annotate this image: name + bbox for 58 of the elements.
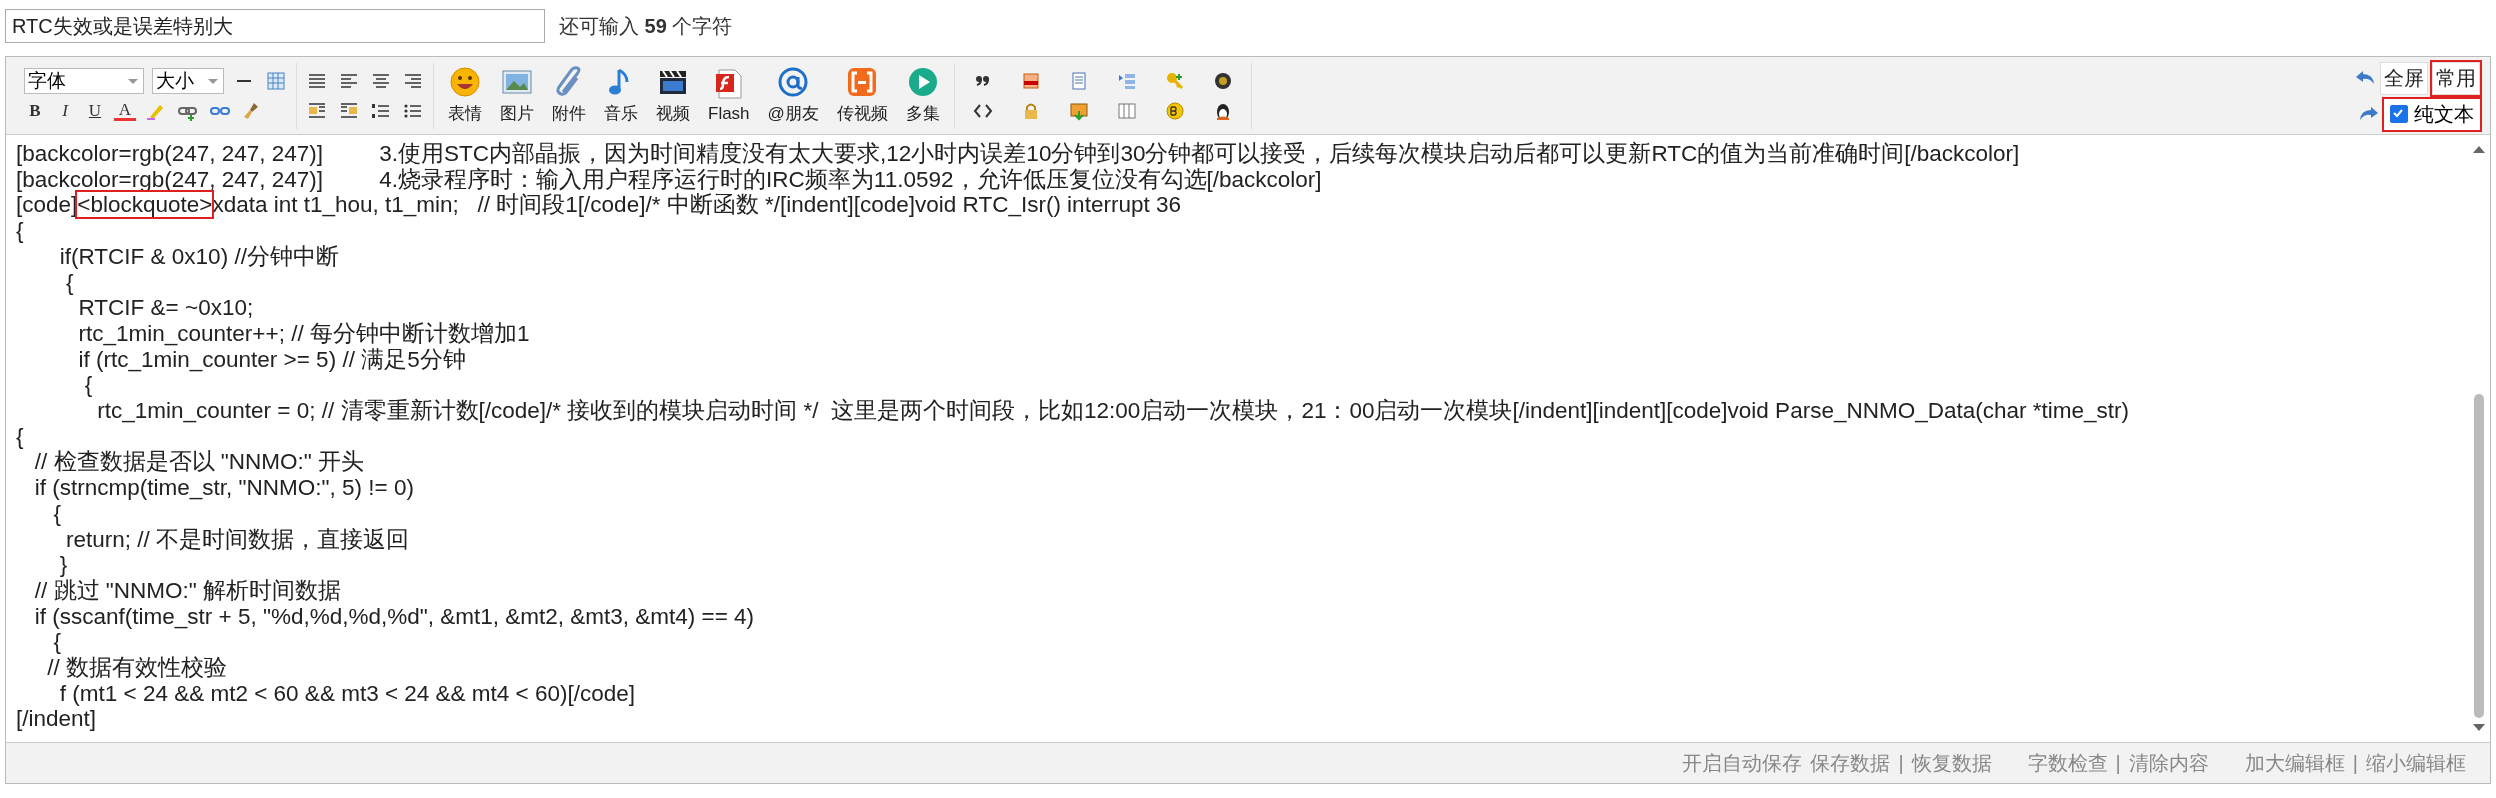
media-button[interactable]: 传视频 [830,66,894,125]
media-button[interactable]: 视频 [650,66,696,125]
media-button[interactable]: @朋友 [761,66,825,125]
italic-button[interactable]: I [54,100,76,121]
code-text: // 跳过 "NNMO:" 解析时间数据 [33,577,341,603]
columns-icon[interactable] [1116,100,1137,121]
code-text: { [52,500,62,526]
code-text: { [16,423,24,449]
play-icon [906,66,939,98]
code-text: return; // 不是时间数据，直接返回 [65,526,410,552]
code-text: if (strncmp(time_str, "NNMO:", 5) != 0) [33,475,414,501]
key-plus-icon[interactable] [1164,70,1185,91]
font-color-button[interactable]: A [114,100,136,121]
code-text: if (rtc_1min_counter >= 5) // 满足5分钟 [77,346,466,372]
separator-text: | [2352,751,2358,775]
code-text: { [52,629,62,655]
code-text: { [65,269,74,295]
smiley-icon [449,66,481,98]
scrollbar-thumb[interactable] [2474,393,2484,718]
float-right-icon[interactable] [339,100,359,121]
media-button[interactable]: Flash [702,67,756,124]
media-button[interactable]: 图片 [494,66,540,125]
code-text: [backcolor=rgb(247, 247, 247)] 4.烧录程序时：输入用户程序运行时的IRC频率为11.0592，允许低压复位没有勾选[/backcolor] [16,166,1322,192]
separator-text: | [1898,751,1904,775]
font-dropdown[interactable]: 字体 [24,67,144,94]
code-text: { [83,372,93,398]
media-button[interactable]: 表情 [442,66,488,125]
code-text: // 数据有效性校验 [46,655,227,681]
title-field[interactable]: RTC失效或是误差特别大 [5,9,545,43]
table-icon[interactable] [266,70,286,91]
size-dropdown[interactable]: 大小 [152,67,224,94]
bold-button[interactable]: B [24,100,46,121]
code-text: [backcolor=rgb(247, 247, 247)] 3.使用STC内部晶振，因为时间精度没有太大要求,12小时内误差10分钟到30分钟都可以接受，后续每次模块启动后都可以更新RTC的值为当前准确时间[/backcolor] [16,141,2020,166]
mode-button[interactable]: 常用 [2432,61,2480,95]
separator-text: | [2115,751,2121,775]
code-text: f (mt1 < 24 && mt2 < 60 && mt3 < 24 && mt4 < 60)[/code] [58,680,636,706]
camera-lens-icon[interactable] [1212,70,1233,91]
code-text: } [58,552,68,578]
underline-button[interactable]: U [84,100,106,121]
code-text: rtc_1min_counter++; // 每分钟中断计数增加1 [77,320,530,346]
image-download-icon[interactable] [1068,100,1089,121]
media-button[interactable]: 多集 [899,66,946,125]
code-text: RTCIF &= ~0x10; [77,295,254,321]
media-button[interactable]: 音乐 [598,66,644,125]
float-left-icon[interactable] [307,100,327,121]
code-text: <blockquote> [77,192,213,218]
at-sign-icon [777,66,810,98]
code-text: rtc_1min_counter = 0; // 清零重新计数[/code]/* 接收到的模块启动时间 */ 这里是两个时间段，比如12:00启动一次模块，21：00启动一次模块[/indent][indent][code]void Parse_NNMO_Data(char *time_str) [96,398,2129,424]
code-text: // 检查数据是否以 "NNMO:" 开头 [33,449,364,475]
plain-text-checkbox[interactable]: 纯文本 [2384,98,2480,130]
character-counter: 还可输入 59 个字符 [559,13,733,39]
mode-button[interactable]: 全屏 [2380,61,2428,95]
code-text: if(RTCIF & 0x10) //分钟中断 [58,243,339,269]
code-text: [/indent] [16,706,97,732]
bg-badge-icon[interactable] [1164,100,1185,121]
code-text: if (sscanf(time_str + 5, "%d,%d,%d,%d", &mt1, &mt2, &mt3, &mt4) == 4) [33,603,755,629]
code-text: { [16,218,24,244]
media-button[interactable]: 附件 [546,66,592,125]
